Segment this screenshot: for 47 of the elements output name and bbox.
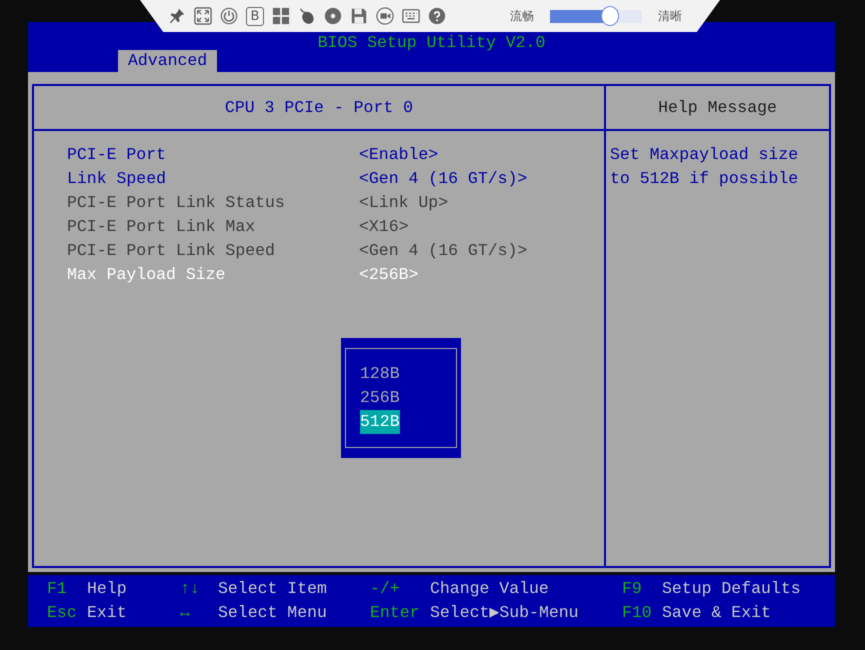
panel-title: CPU 3 PCIe - Port 0 [224,98,414,117]
setting-label: PCI-E Port Link Speed [67,240,276,262]
camera-icon[interactable] [376,7,394,25]
help-text: Set Maxpayload size to 512B if possible [610,144,800,190]
setting-value[interactable]: <Enable> [359,143,438,167]
mouse-icon[interactable] [298,7,316,25]
key-action: Select▶Sub-Menu [430,602,580,624]
setting-value: <Gen 4 (16 GT/s)> [359,240,528,262]
b-button[interactable]: B [246,6,264,26]
floppy-icon[interactable] [350,7,368,25]
setting-value: <Link Up> [359,192,448,214]
bios-title: BIOS Setup Utility V2.0 [316,33,546,53]
keyboard-icon[interactable] [402,7,420,25]
key-action: Select Item [218,578,328,600]
pin-icon[interactable] [168,7,186,25]
key-name: F9 [622,578,643,600]
option-item[interactable]: 128B [360,362,400,386]
key-action: Exit [87,602,128,624]
setting-label[interactable]: Link Speed [67,167,359,191]
power-icon[interactable] [220,7,238,25]
key-action: Select Menu [218,602,328,624]
key-name: ↑↓ [180,578,201,600]
help-title: Help Message [658,98,777,117]
key-name: Esc [47,602,78,624]
key-action: Setup Defaults [662,578,802,600]
setting-label: PCI-E Port Link Max [67,216,256,238]
disc-icon[interactable] [324,7,342,25]
key-action: Help [87,578,128,600]
option-item[interactable]: 512B [360,410,400,434]
setting-value[interactable]: <Gen 4 (16 GT/s)> [359,167,528,191]
option-item[interactable]: 256B [360,386,400,410]
setting-label: PCI-E Port Link Status [67,192,286,214]
key-action: Change Value [430,578,550,600]
key-action: Save & Exit [662,602,772,624]
setting-label[interactable]: PCI-E Port [67,143,359,167]
key-name: Enter [370,602,421,624]
key-name: ↔ [180,602,191,624]
slider-thumb[interactable] [600,6,619,26]
slider-label: 清晰 [658,8,682,24]
key-name: F1 [47,578,68,600]
menu-tab[interactable]: Advanced [118,50,218,72]
slider-label: 流畅 [510,8,534,24]
fullscreen-icon[interactable] [194,7,212,25]
setting-value: <X16> [359,216,409,238]
key-name: F10 [622,602,653,624]
help-icon[interactable] [428,7,446,25]
key-name: -/+ [370,578,401,600]
